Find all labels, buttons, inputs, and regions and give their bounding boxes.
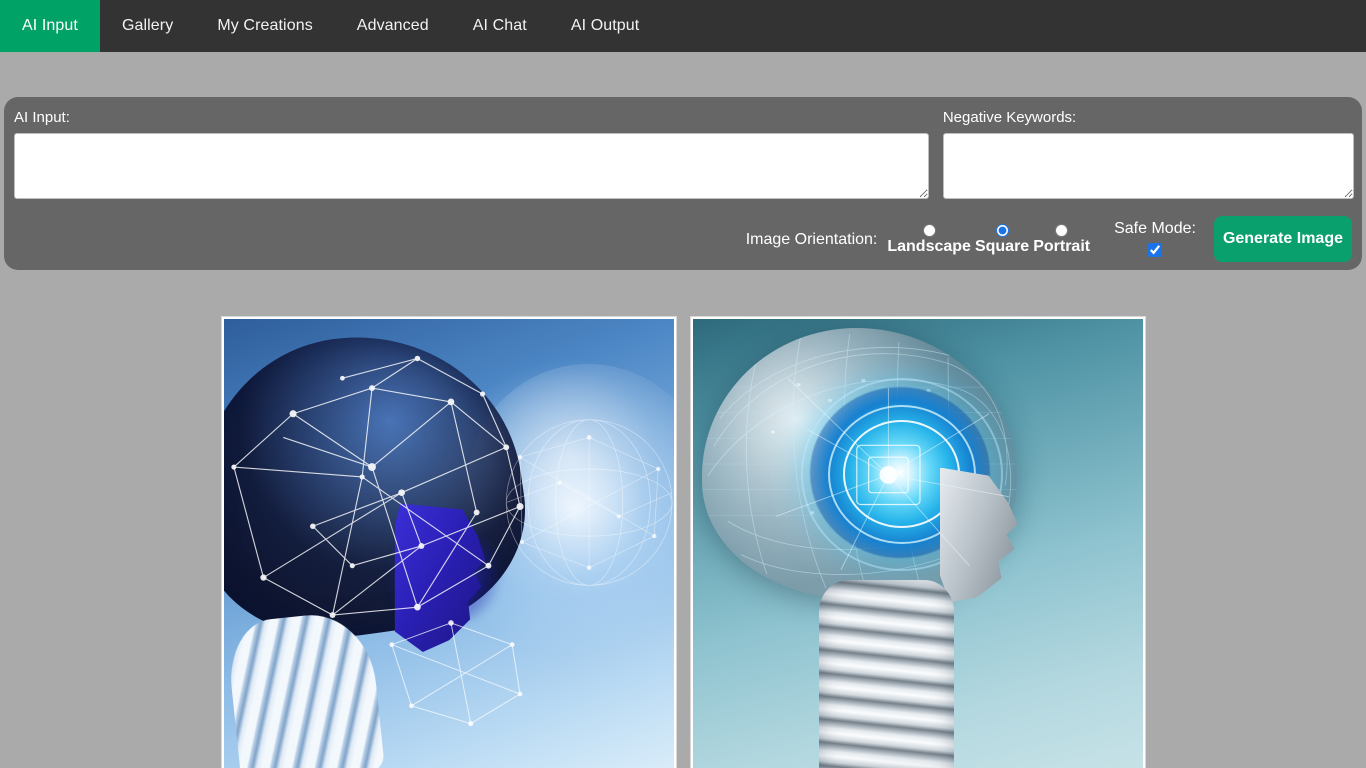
safe-mode-checkbox[interactable] bbox=[1148, 243, 1163, 257]
tab-ai-output[interactable]: AI Output bbox=[549, 0, 662, 52]
tab-label: AI Input bbox=[22, 17, 78, 34]
safe-mode-control[interactable]: Safe Mode: bbox=[1114, 213, 1196, 257]
orientation-label-landscape: Landscape bbox=[887, 238, 971, 255]
neural-mesh-overlay bbox=[230, 355, 672, 727]
orientation-radio-portrait[interactable] bbox=[1055, 224, 1069, 237]
generate-image-button[interactable]: Generate Image bbox=[1213, 216, 1352, 262]
tab-advanced[interactable]: Advanced bbox=[335, 0, 451, 52]
generated-image-2[interactable] bbox=[692, 319, 1143, 768]
orientation-option-portrait[interactable]: Portrait bbox=[1033, 213, 1090, 255]
orientation-radio-landscape[interactable] bbox=[922, 224, 936, 237]
generated-image-card-2[interactable] bbox=[689, 316, 1146, 768]
tab-ai-input[interactable]: AI Input bbox=[0, 0, 100, 52]
ai-input-textarea[interactable] bbox=[14, 133, 929, 199]
ai-input-field-group: AI Input: bbox=[12, 109, 929, 199]
negative-keywords-field-group: Negative Keywords: bbox=[942, 109, 1354, 199]
generated-image-1[interactable] bbox=[223, 319, 674, 768]
main-navbar: AI Input Gallery My Creations Advanced A… bbox=[0, 0, 1366, 52]
input-fields-row: AI Input: Negative Keywords: bbox=[12, 109, 1354, 199]
tab-gallery[interactable]: Gallery bbox=[100, 0, 195, 52]
generated-images-row bbox=[0, 316, 1366, 768]
generation-controls-row: Image Orientation: Landscape Square Port… bbox=[12, 213, 1354, 275]
tab-ai-chat[interactable]: AI Chat bbox=[451, 0, 549, 52]
blue-neural-network-head-artwork bbox=[223, 319, 674, 768]
image-orientation-label: Image Orientation: bbox=[745, 231, 878, 248]
negative-keywords-textarea[interactable] bbox=[942, 133, 1354, 199]
teal-android-brain-head-artwork bbox=[692, 319, 1143, 768]
safe-mode-label: Safe Mode: bbox=[1114, 220, 1196, 237]
orientation-option-landscape[interactable]: Landscape bbox=[887, 213, 971, 255]
form-panel-wrapper: AI Input: Negative Keywords: Image Orien… bbox=[0, 52, 1366, 270]
generated-image-card-1[interactable] bbox=[220, 316, 677, 768]
orientation-radio-square[interactable] bbox=[995, 224, 1009, 237]
tab-label: AI Chat bbox=[472, 17, 527, 34]
ai-input-label: AI Input: bbox=[14, 109, 70, 126]
image-orientation-radio-group: Landscape Square Portrait bbox=[885, 213, 1092, 255]
orientation-option-square[interactable]: Square bbox=[975, 213, 1029, 255]
tab-label: Advanced bbox=[356, 17, 429, 34]
tab-label: AI Output bbox=[570, 17, 640, 34]
generation-form-panel: AI Input: Negative Keywords: Image Orien… bbox=[4, 97, 1362, 270]
orientation-label-portrait: Portrait bbox=[1033, 238, 1091, 255]
negative-keywords-label: Negative Keywords: bbox=[942, 109, 1077, 126]
tab-label: My Creations bbox=[217, 17, 313, 34]
orientation-label-square: Square bbox=[974, 238, 1030, 255]
tab-my-creations[interactable]: My Creations bbox=[195, 0, 334, 52]
core-radial-lines bbox=[775, 377, 1009, 570]
tab-label: Gallery bbox=[121, 17, 174, 34]
